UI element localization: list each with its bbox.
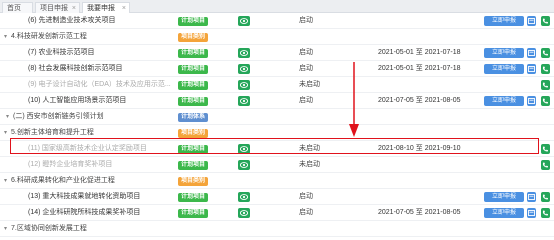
status-text: 启动	[299, 193, 313, 200]
view-button[interactable]	[238, 192, 250, 202]
project-type-tag: 计划项目	[178, 209, 209, 218]
project-type-tag: 计划项目	[178, 65, 209, 74]
tab-label: 首页	[7, 5, 21, 12]
table-row: (11) 国家级高新技术企业认定奖励项目 计划项目 未启动 2021-08-10 至 …	[0, 141, 554, 157]
contact-button[interactable]	[541, 64, 550, 74]
batch-apply-button[interactable]	[527, 192, 536, 202]
table-row: (12) 瞪羚企业培育奖补项目 计划项目 未启动	[0, 157, 554, 173]
status-text: 未启动	[299, 145, 320, 152]
apply-now-button[interactable]: 立即申报	[484, 48, 524, 58]
project-name: (7) 农业科技示范项目	[28, 49, 95, 56]
group-row: ▾ 7.区域协同创新发展工程	[0, 221, 554, 237]
table-row: (6) 先进制造业技术攻关项目 计划项目 启动 立即申报	[0, 13, 554, 29]
category-name: 7.区域协同创新发展工程	[11, 225, 87, 232]
project-name: (11) 国家级高新技术企业认定奖励项目	[28, 145, 147, 152]
expand-caret-icon[interactable]: ▾	[4, 221, 7, 237]
contact-button[interactable]	[541, 96, 550, 106]
view-button[interactable]	[238, 144, 250, 154]
status-text: 未启动	[299, 81, 320, 88]
status-text: 启动	[299, 209, 313, 216]
batch-apply-button[interactable]	[527, 64, 536, 74]
status-text: 启动	[299, 65, 313, 72]
view-button[interactable]	[238, 160, 250, 170]
table-row: (8) 社会发展科技创新示范项目 计划项目 启动 2021-05-01 至 2021-…	[0, 61, 554, 77]
project-name: (13) 重大科技成果就地转化资助项目	[28, 193, 141, 200]
project-type-tag: 计划项目	[178, 17, 209, 26]
project-name: (6) 先进制造业技术攻关项目	[28, 17, 116, 24]
contact-button[interactable]	[541, 160, 550, 170]
view-button[interactable]	[238, 208, 250, 218]
contact-button[interactable]	[541, 192, 550, 202]
project-name: (10) 人工智能应用场景示范项目	[28, 97, 127, 104]
view-button[interactable]	[238, 80, 250, 90]
project-type-tag: 计划项目	[178, 193, 209, 202]
view-button[interactable]	[238, 48, 250, 58]
status-text: 启动	[299, 49, 313, 56]
tab-label: 项目申报	[40, 5, 68, 12]
tab-bar: 首页 项目申报 × 我要申报 ×	[0, 0, 554, 13]
category-name: 6.科研成果转化和产业化促进工程	[11, 177, 115, 184]
project-type-tag: 计划项目	[178, 97, 209, 106]
apply-now-button[interactable]: 立即申报	[484, 192, 524, 202]
project-type-tag: 计划项目	[178, 49, 209, 58]
category-tag: 项目类别	[178, 33, 209, 42]
tab-label: 我要申报	[87, 5, 115, 12]
table-row: (10) 人工智能应用场景示范项目 计划项目 启动 2021-07-05 至 2021…	[0, 93, 554, 109]
category-tag: 项目类别	[178, 129, 209, 138]
project-name: (14) 企业科研院所科技成果奖补项目	[28, 209, 141, 216]
apply-now-button[interactable]: 立即申报	[484, 16, 524, 26]
project-type-tag: 计划项目	[178, 81, 209, 90]
tab-1[interactable]: 项目申报 ×	[35, 2, 80, 13]
expand-caret-icon[interactable]: ▾	[6, 109, 9, 125]
contact-button[interactable]	[541, 80, 550, 90]
table-row: (14) 企业科研院所科技成果奖补项目 计划项目 启动 2021-07-05 至 20…	[0, 205, 554, 221]
batch-apply-button[interactable]	[527, 96, 536, 106]
view-button[interactable]	[238, 16, 250, 26]
group-row: ▾ 4.科技研发创新示范工程 项目类别	[0, 29, 554, 45]
date-range: 2021-05-01 至 2021-07-18	[378, 49, 461, 56]
date-range: 2021-07-05 至 2021-08-05	[378, 97, 461, 104]
contact-button[interactable]	[541, 16, 550, 26]
date-range: 2021-07-05 至 2021-08-05	[378, 209, 461, 216]
tab-2[interactable]: 我要申报 ×	[82, 2, 130, 13]
status-text: 启动	[299, 97, 313, 104]
category-tag: 项目类别	[178, 177, 209, 186]
tab-0[interactable]: 首页	[2, 2, 33, 13]
category-name: 5.创新主体培育和提升工程	[11, 129, 94, 136]
batch-apply-button[interactable]	[527, 208, 536, 218]
contact-button[interactable]	[541, 208, 550, 218]
category-tag: 计划体系	[178, 113, 209, 122]
category-name: 4.科技研发创新示范工程	[11, 33, 87, 40]
apply-now-button[interactable]: 立即申报	[484, 96, 524, 106]
date-range: 2021-05-01 至 2021-07-18	[378, 65, 461, 72]
group-row: ▾ 5.创新主体培育和提升工程 项目类别	[0, 125, 554, 141]
table-row: (7) 农业科技示范项目 计划项目 启动 2021-05-01 至 2021-07-1…	[0, 45, 554, 61]
view-button[interactable]	[238, 64, 250, 74]
batch-apply-button[interactable]	[527, 16, 536, 26]
expand-caret-icon[interactable]: ▾	[4, 173, 7, 189]
date-range: 2021-08-10 至 2021-09-10	[378, 145, 461, 152]
project-name: (9) 电子设计自动化（EDA）技术及应用示范...	[28, 81, 171, 88]
table-row: (13) 重大科技成果就地转化资助项目 计划项目 启动 立即申报	[0, 189, 554, 205]
expand-caret-icon[interactable]: ▾	[4, 125, 7, 141]
category-name: (二) 西安市创新链务引领计划	[13, 113, 104, 120]
contact-button[interactable]	[541, 144, 550, 154]
batch-apply-button[interactable]	[527, 48, 536, 58]
status-text: 未启动	[299, 161, 320, 168]
project-name: (12) 瞪羚企业培育奖补项目	[28, 161, 113, 168]
view-button[interactable]	[238, 96, 250, 106]
project-name: (8) 社会发展科技创新示范项目	[28, 65, 123, 72]
apply-now-button[interactable]: 立即申报	[484, 208, 524, 218]
expand-caret-icon[interactable]: ▾	[4, 29, 7, 45]
group-row: ▾ 6.科研成果转化和产业化促进工程 项目类别	[0, 173, 554, 189]
status-text: 启动	[299, 17, 313, 24]
group-row: ▾ (二) 西安市创新链务引领计划 计划体系	[0, 109, 554, 125]
project-type-tag: 计划项目	[178, 161, 209, 170]
contact-button[interactable]	[541, 48, 550, 58]
project-type-tag: 计划项目	[178, 145, 209, 154]
table-row: (9) 电子设计自动化（EDA）技术及应用示范... 计划项目 未启动	[0, 77, 554, 93]
apply-now-button[interactable]: 立即申报	[484, 64, 524, 74]
